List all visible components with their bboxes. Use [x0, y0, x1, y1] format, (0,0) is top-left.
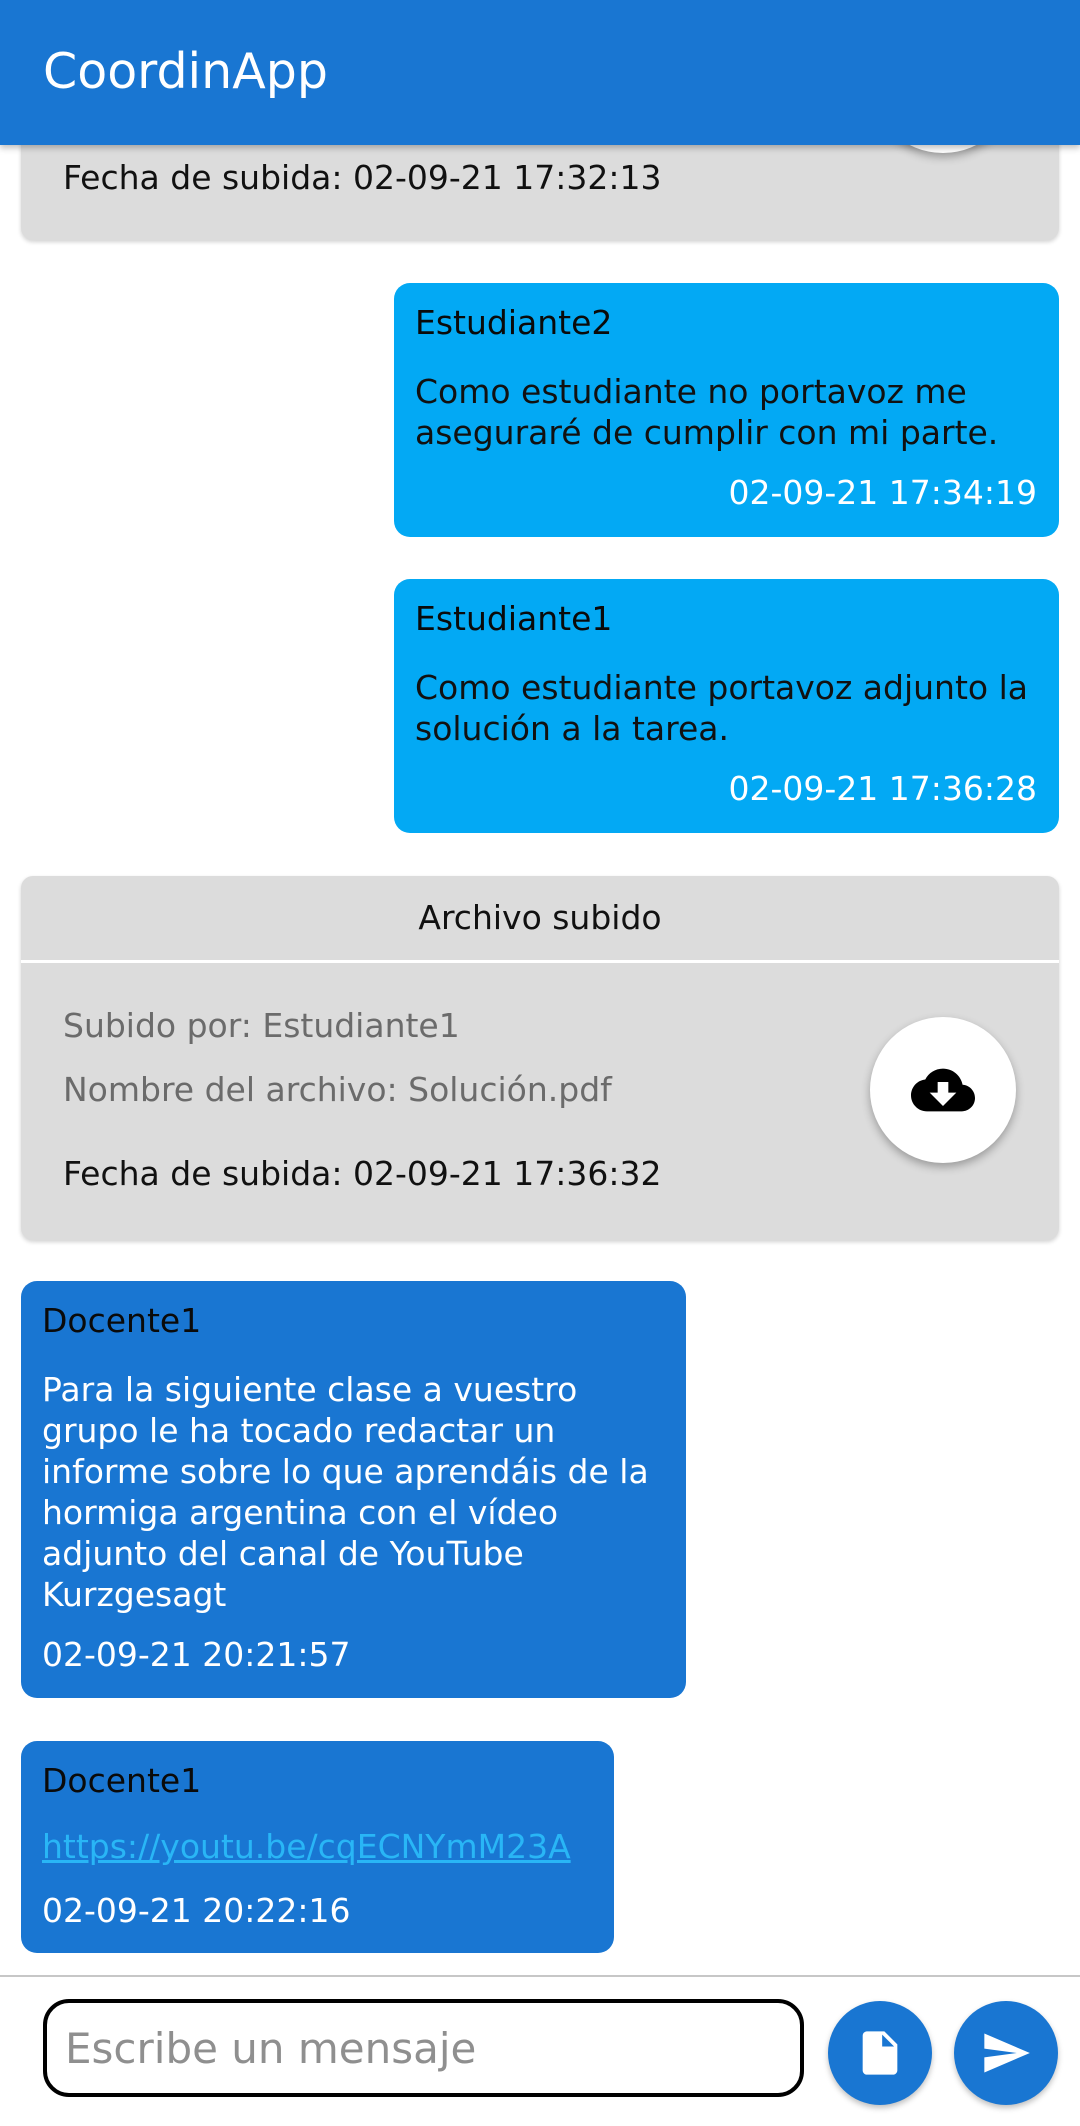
- file-name-text: Nombre del archivo: Solución.pdf: [63, 1070, 612, 1109]
- message-bubble-outgoing: Estudiante2 Como estudiante no portavoz …: [394, 283, 1059, 537]
- message-timestamp: 02-09-21 17:36:28: [728, 769, 1038, 808]
- file-icon: [862, 2031, 898, 2075]
- message-text: Como estudiante no portavoz me aseguraré…: [415, 372, 999, 452]
- send-button[interactable]: [954, 2001, 1058, 2105]
- message-bubble-outgoing: Estudiante1 Como estudiante portavoz adj…: [394, 579, 1059, 833]
- card-title: Archivo subido: [418, 898, 662, 937]
- message-timestamp: 02-09-21 17:34:19: [728, 473, 1038, 512]
- message-composer: [0, 1975, 1080, 2126]
- message-bubble-incoming: Docente1 https://youtu.be/cqECNYmM23A 02…: [21, 1741, 614, 1953]
- message-link[interactable]: https://youtu.be/cqECNYmM23A: [42, 1825, 571, 1869]
- message-sender: Docente1: [42, 1761, 202, 1800]
- uploaded-by-text: Subido por: Estudiante1: [63, 1006, 460, 1045]
- message-bubble-incoming: Docente1 Para la siguiente clase a vuest…: [21, 1281, 686, 1698]
- message-input[interactable]: [43, 1999, 804, 2097]
- card-divider: [21, 960, 1059, 963]
- message-sender: Estudiante1: [415, 599, 613, 638]
- message-sender: Docente1: [42, 1301, 202, 1340]
- attach-file-button[interactable]: [828, 2001, 932, 2105]
- upload-date: Fecha de subida: 02-09-21 17:36:32: [63, 1154, 662, 1193]
- app-bar: CoordinApp: [0, 0, 1080, 145]
- app-title: CoordinApp: [43, 43, 328, 100]
- send-icon: [984, 2033, 1030, 2073]
- download-button[interactable]: [870, 1017, 1016, 1163]
- upload-date: Fecha de subida: 02-09-21 17:32:13: [63, 158, 662, 197]
- message-timestamp: 02-09-21 20:21:57: [42, 1635, 351, 1674]
- message-timestamp: 02-09-21 20:22:16: [42, 1891, 351, 1930]
- cloud-download-icon: [911, 1068, 975, 1112]
- uploaded-file-card: Archivo subido Subido por: Estudiante1 N…: [21, 876, 1059, 1240]
- message-text: Como estudiante portavoz adjunto la solu…: [415, 668, 1028, 748]
- message-sender: Estudiante2: [415, 303, 613, 342]
- message-text: Para la siguiente clase a vuestro grupo …: [42, 1370, 649, 1614]
